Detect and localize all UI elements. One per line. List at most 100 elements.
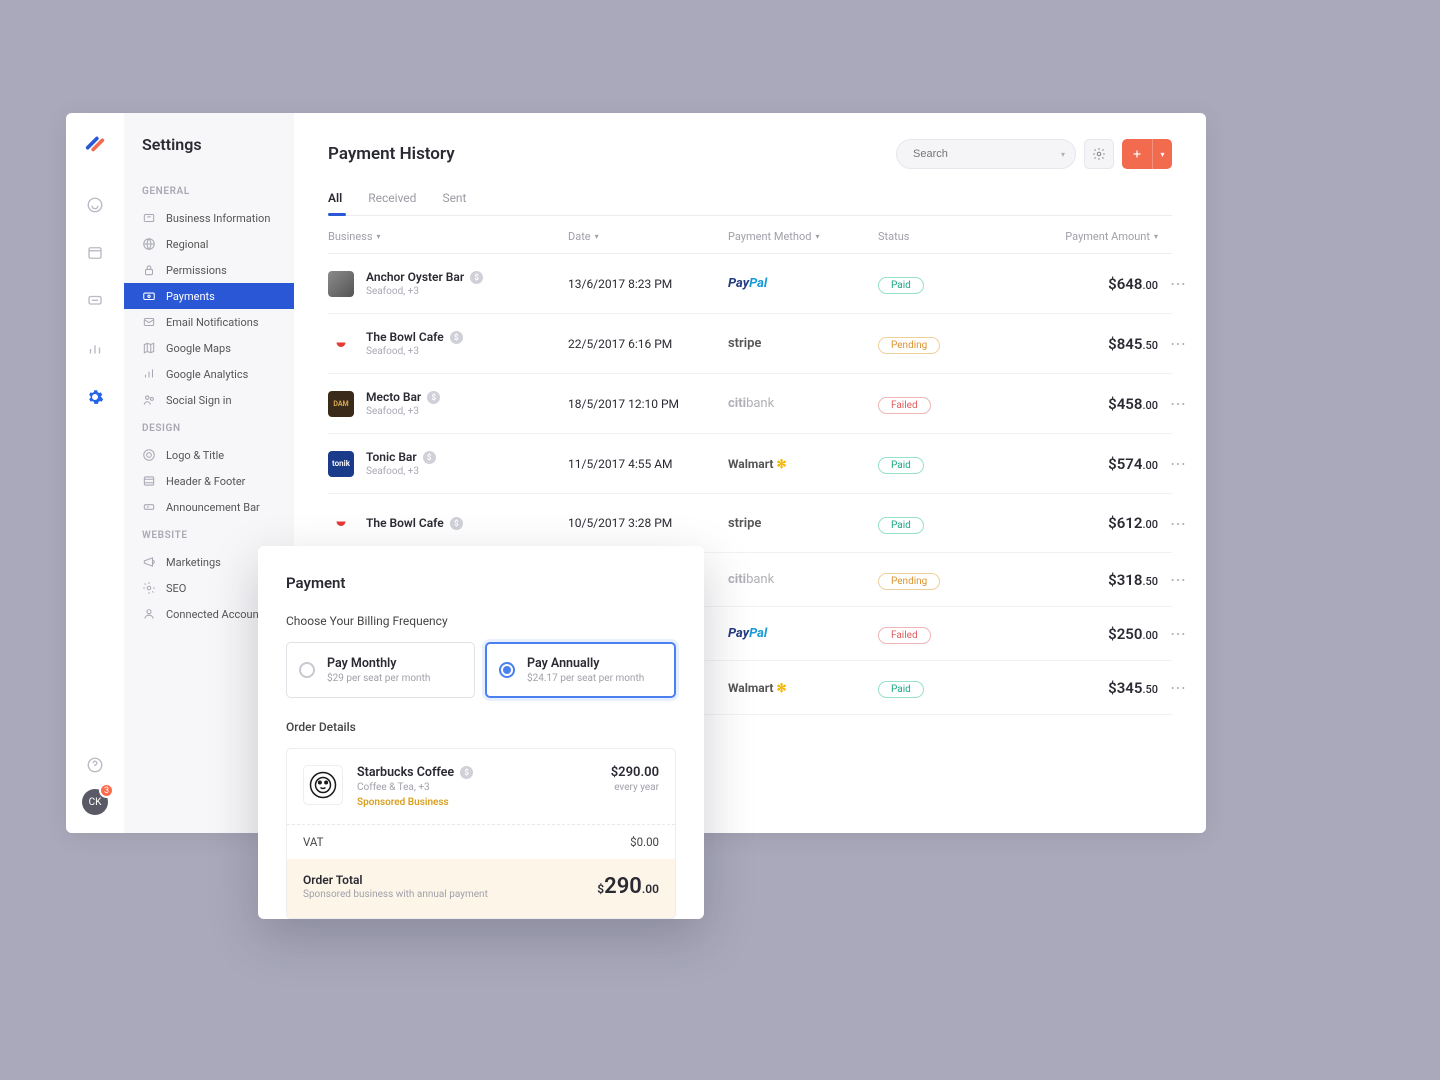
row-more-button[interactable]: ⋯ xyxy=(1158,514,1186,533)
order-price: $290.00 xyxy=(611,765,659,780)
status-badge: Pending xyxy=(878,573,940,590)
sidebar-item-icon xyxy=(142,289,156,303)
payment-date: 18/5/2017 12:10 PM xyxy=(568,397,728,411)
help-icon[interactable] xyxy=(85,755,105,775)
nav-settings-icon[interactable] xyxy=(85,387,105,407)
business-name: Tonic Bar $ xyxy=(366,450,436,464)
order-business-logo xyxy=(303,765,343,805)
col-business[interactable]: Business▾ xyxy=(328,230,568,243)
nav-dashboard-icon[interactable] xyxy=(85,195,105,215)
section-label: DESIGN xyxy=(124,413,294,442)
sidebar-item-label: Google Analytics xyxy=(166,368,248,381)
currency-badge-icon: $ xyxy=(470,271,483,284)
tab-received[interactable]: Received xyxy=(368,191,416,215)
sidebar-item-label: Google Maps xyxy=(166,342,231,355)
vat-label: VAT xyxy=(303,835,324,849)
col-status: Status xyxy=(878,230,1008,243)
order-business-name: Starbucks Coffee$ xyxy=(357,765,597,780)
sidebar-item-payments[interactable]: Payments xyxy=(124,283,294,309)
business-sub: Seafood, +3 xyxy=(366,466,436,477)
currency-badge-icon: $ xyxy=(460,766,473,779)
billing-annually-title: Pay Annually xyxy=(527,656,644,671)
currency-badge-icon: $ xyxy=(423,451,436,464)
payment-method: PayPal xyxy=(728,276,878,291)
payment-amount: $318.50 xyxy=(1008,571,1158,589)
plus-icon xyxy=(1122,148,1152,160)
payment-method: Walmart ✻ xyxy=(728,457,878,471)
sidebar-item-regional[interactable]: Regional xyxy=(124,231,294,257)
business-name: Mecto Bar $ xyxy=(366,390,440,404)
payment-amount: $345.50 xyxy=(1008,679,1158,697)
status-badge: Paid xyxy=(878,517,924,534)
row-more-button[interactable]: ⋯ xyxy=(1158,624,1186,643)
status-badge: Paid xyxy=(878,681,924,698)
avatar[interactable]: CK 3 xyxy=(82,789,108,815)
row-more-button[interactable]: ⋯ xyxy=(1158,334,1186,353)
table-row[interactable]: tonikTonic Bar $Seafood, +311/5/2017 4:5… xyxy=(328,434,1172,494)
business-sub: Seafood, +3 xyxy=(366,406,440,417)
col-method[interactable]: Payment Method▾ xyxy=(728,230,878,243)
sidebar-item-permissions[interactable]: Permissions xyxy=(124,257,294,283)
search-input[interactable] xyxy=(913,148,1055,160)
radio-off-icon xyxy=(299,662,315,678)
sidebar-item-icon xyxy=(142,500,156,514)
sidebar-item-label: Social Sign in xyxy=(166,394,232,407)
order-total-row: Order Total Sponsored business with annu… xyxy=(287,859,675,918)
sidebar-item-email-notifications[interactable]: Email Notifications xyxy=(124,309,294,335)
col-amount[interactable]: Payment Amount▾ xyxy=(1008,230,1158,243)
billing-annually-option[interactable]: Pay Annually $24.17 per seat per month xyxy=(485,642,676,698)
business-name: The Bowl Cafe $ xyxy=(366,516,463,530)
billing-annually-sub: $24.17 per seat per month xyxy=(527,673,644,684)
sidebar-item-label: Business Information xyxy=(166,212,270,225)
table-row[interactable]: Anchor Oyster Bar $Seafood, +313/6/2017 … xyxy=(328,254,1172,314)
sidebar-item-announcement-bar[interactable]: Announcement Bar xyxy=(124,494,294,520)
payment-method: citibank xyxy=(728,572,878,587)
table-row[interactable]: The Bowl Cafe $Seafood, +322/5/2017 6:16… xyxy=(328,314,1172,374)
sidebar-item-social-sign-in[interactable]: Social Sign in xyxy=(124,387,294,413)
row-more-button[interactable]: ⋯ xyxy=(1158,570,1186,589)
billing-monthly-option[interactable]: Pay Monthly $29 per seat per month xyxy=(286,642,475,698)
order-total-label: Order Total xyxy=(303,873,488,887)
sidebar-item-icon xyxy=(142,555,156,569)
table-row[interactable]: The Bowl Cafe $10/5/2017 3:28 PMstripePa… xyxy=(328,494,1172,553)
search-chevron-icon[interactable]: ▾ xyxy=(1061,150,1065,159)
row-more-button[interactable]: ⋯ xyxy=(1158,454,1186,473)
row-more-button[interactable]: ⋯ xyxy=(1158,678,1186,697)
billing-monthly-sub: $29 per seat per month xyxy=(327,673,430,684)
sidebar-item-label: Email Notifications xyxy=(166,316,259,329)
sidebar-item-icon xyxy=(142,211,156,225)
tab-sent[interactable]: Sent xyxy=(442,191,466,215)
order-total-amount: $290.00 xyxy=(597,874,659,899)
nav-chat-icon[interactable] xyxy=(85,291,105,311)
add-chevron-icon[interactable]: ▾ xyxy=(1152,139,1172,169)
add-button[interactable]: ▾ xyxy=(1122,139,1172,169)
sidebar-item-icon xyxy=(142,448,156,462)
vat-value: $0.00 xyxy=(630,835,659,849)
header-settings-button[interactable] xyxy=(1084,139,1114,169)
tab-all[interactable]: All xyxy=(328,191,342,215)
col-date[interactable]: Date▾ xyxy=(568,230,728,243)
payment-method: stripe xyxy=(728,336,878,351)
sidebar-item-logo-title[interactable]: Logo & Title xyxy=(124,442,294,468)
nav-browser-icon[interactable] xyxy=(85,243,105,263)
avatar-initials: CK xyxy=(89,797,102,808)
payment-amount: $250.00 xyxy=(1008,625,1158,643)
payment-method: PayPal xyxy=(728,626,878,641)
status-badge: Failed xyxy=(878,627,931,644)
order-card: Starbucks Coffee$ Coffee & Tea, +3 Spons… xyxy=(286,748,676,919)
sidebar-item-google-maps[interactable]: Google Maps xyxy=(124,335,294,361)
table-row[interactable]: DAMMecto Bar $Seafood, +318/5/2017 12:10… xyxy=(328,374,1172,434)
nav-analytics-icon[interactable] xyxy=(85,339,105,359)
search-box[interactable]: ▾ xyxy=(896,139,1076,169)
payment-method: Walmart ✻ xyxy=(728,681,878,695)
sidebar-item-icon xyxy=(142,237,156,251)
sidebar-item-google-analytics[interactable]: Google Analytics xyxy=(124,361,294,387)
row-more-button[interactable]: ⋯ xyxy=(1158,394,1186,413)
section-label: GENERAL xyxy=(124,176,294,205)
sidebar-item-header-footer[interactable]: Header & Footer xyxy=(124,468,294,494)
page-title: Payment History xyxy=(328,144,455,164)
billing-frequency-label: Choose Your Billing Frequency xyxy=(286,614,676,628)
sidebar-item-label: SEO xyxy=(166,582,186,595)
sidebar-item-business-information[interactable]: Business Information xyxy=(124,205,294,231)
row-more-button[interactable]: ⋯ xyxy=(1158,274,1186,293)
